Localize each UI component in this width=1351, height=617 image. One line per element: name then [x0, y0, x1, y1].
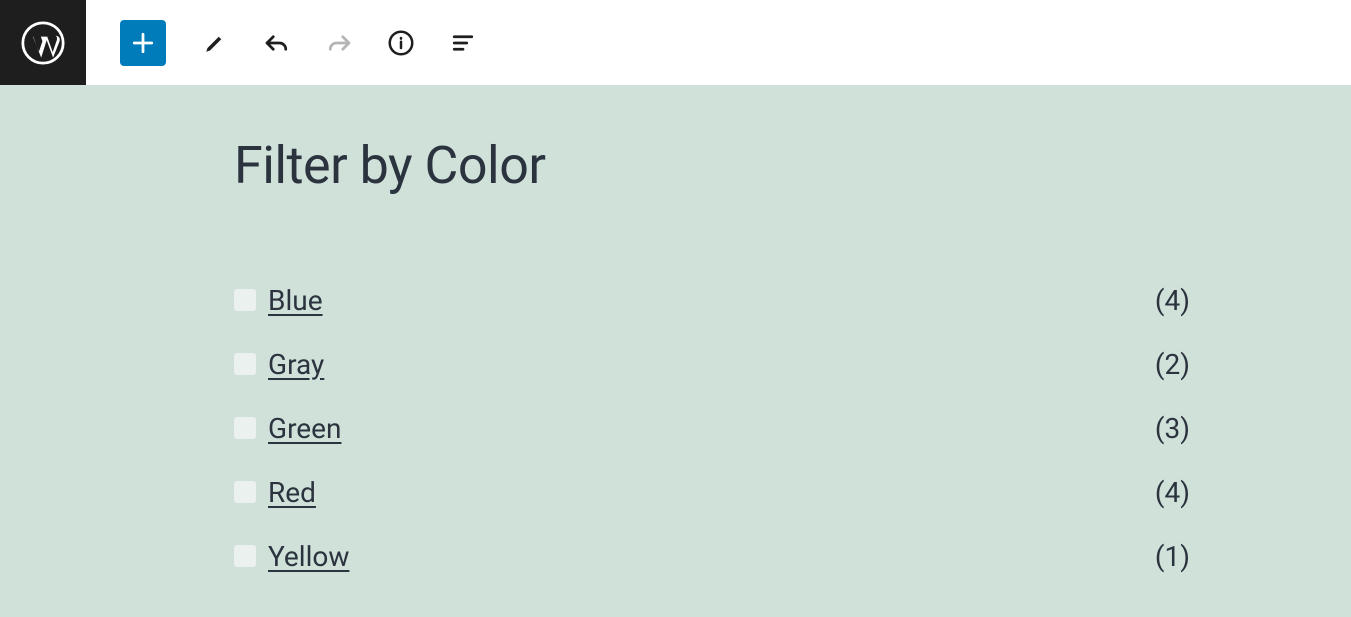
filter-count: (4) [1155, 476, 1190, 509]
add-block-button[interactable] [120, 20, 166, 66]
filter-count: (2) [1155, 348, 1190, 381]
document-outline-button[interactable] [440, 20, 486, 66]
wordpress-icon [21, 21, 65, 65]
filter-item: Yellow (1) [234, 524, 1190, 588]
filter-link-red[interactable]: Red [268, 476, 316, 509]
filter-link-blue[interactable]: Blue [268, 284, 323, 317]
checkbox[interactable] [234, 481, 256, 503]
editor-canvas[interactable]: Filter by Color Blue (4) Gray (2) Gr [0, 85, 1351, 617]
filter-link-yellow[interactable]: Yellow [268, 540, 349, 573]
edit-mode-button[interactable] [192, 20, 238, 66]
plus-icon [128, 28, 158, 58]
editor-toolbar [86, 20, 496, 66]
checkbox[interactable] [234, 545, 256, 567]
info-icon [386, 28, 416, 58]
filter-block: Filter by Color Blue (4) Gray (2) Gr [234, 135, 1190, 588]
filter-count: (4) [1155, 284, 1190, 317]
filter-item: Gray (2) [234, 332, 1190, 396]
checkbox[interactable] [234, 353, 256, 375]
filter-heading[interactable]: Filter by Color [234, 135, 1190, 196]
outline-icon [448, 28, 478, 58]
filter-count: (1) [1155, 540, 1190, 573]
filter-count: (3) [1155, 412, 1190, 445]
wordpress-logo[interactable] [0, 0, 86, 85]
undo-icon [262, 28, 292, 58]
checkbox[interactable] [234, 417, 256, 439]
filter-list: Blue (4) Gray (2) Green (3) [234, 268, 1190, 588]
filter-item: Blue (4) [234, 268, 1190, 332]
checkbox[interactable] [234, 289, 256, 311]
pencil-icon [200, 28, 230, 58]
filter-item: Green (3) [234, 396, 1190, 460]
redo-icon [324, 28, 354, 58]
top-toolbar [0, 0, 1351, 85]
filter-link-gray[interactable]: Gray [268, 348, 324, 381]
undo-button[interactable] [254, 20, 300, 66]
document-info-button[interactable] [378, 20, 424, 66]
filter-link-green[interactable]: Green [268, 412, 341, 445]
redo-button[interactable] [316, 20, 362, 66]
filter-item: Red (4) [234, 460, 1190, 524]
